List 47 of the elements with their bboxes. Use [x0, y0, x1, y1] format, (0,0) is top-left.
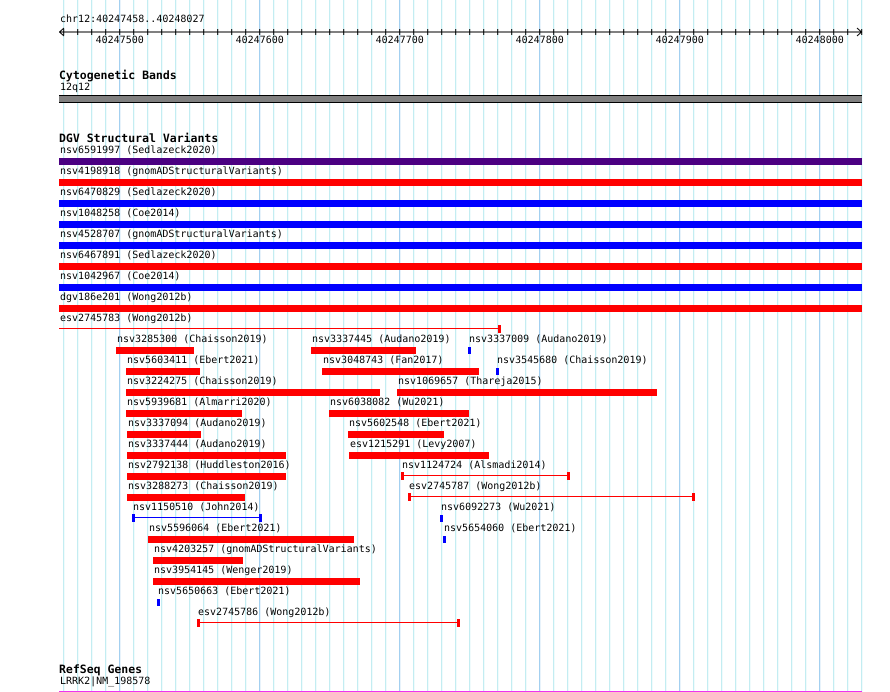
- track-title: DGV Structural Variants: [59, 132, 218, 145]
- gene-label: LRRK2|NM_198578: [60, 676, 150, 688]
- ruler-label: 40248000: [794, 35, 845, 47]
- variant-label: nsv5603411 (Ebert2021): [127, 355, 260, 367]
- variant-label: nsv6591997 (Sedlazeck2020): [60, 145, 217, 157]
- variant-label: nsv6470829 (Sedlazeck2020): [60, 187, 217, 199]
- variant-label: nsv4203257 (gnomADStructuralVariants): [154, 544, 377, 556]
- variant-label: nsv3954145 (Wenger2019): [154, 565, 292, 577]
- variant-label: nsv5602548 (Ebert2021): [349, 418, 482, 430]
- variant-label: nsv3337444 (Audano2019): [128, 439, 266, 451]
- variant-label: nsv5596064 (Ebert2021): [149, 523, 282, 535]
- variant-label: nsv1150510 (John2014): [133, 502, 260, 514]
- variant-label: nsv3285300 (Chaisson2019): [117, 334, 268, 346]
- variant-label: nsv5654060 (Ebert2021): [444, 523, 576, 535]
- band-label: 12q12: [60, 82, 90, 94]
- variant-label: nsv3288273 (Chaisson2019): [128, 481, 279, 493]
- track-title: Cytogenetic Bands: [59, 69, 177, 82]
- variant-label: nsv5650663 (Ebert2021): [158, 586, 290, 598]
- location-label: chr12:40247458..40248027: [60, 14, 204, 26]
- ruler-label: 40247900: [654, 35, 705, 47]
- variant-label: nsv6092273 (Wu2021): [441, 502, 556, 514]
- variant-label: nsv1124724 (Alsmadi2014): [402, 460, 546, 472]
- ruler-label: 40247700: [374, 35, 425, 47]
- variant-label: nsv5939681 (Almarri2020): [127, 397, 272, 409]
- variant-label: dgv186e201 (Wong2012b): [60, 292, 192, 304]
- variant-label: esv2745787 (Wong2012b): [409, 481, 542, 493]
- variant-label: nsv3224275 (Chaisson2019): [127, 376, 278, 388]
- variant-label: nsv1069657 (Thareja2015): [398, 376, 542, 388]
- variant-label: nsv3337009 (Audano2019): [469, 334, 608, 346]
- variant-label: nsv1042967 (Coe2014): [60, 271, 180, 283]
- variant-label: nsv4528707 (gnomADStructuralVariants): [60, 229, 283, 241]
- ruler-label: 40247600: [234, 35, 285, 47]
- ruler-label: 40247800: [514, 35, 565, 47]
- variant-label: nsv3337094 (Audano2019): [128, 418, 266, 430]
- ruler-label: 40247500: [94, 35, 145, 47]
- variant-label: nsv1048258 (Coe2014): [60, 208, 180, 220]
- variant-label: nsv6467891 (Sedlazeck2020): [60, 250, 217, 262]
- variant-label: nsv3545680 (Chaisson2019): [497, 355, 648, 367]
- variant-label: nsv4198918 (gnomADStructuralVariants): [60, 166, 283, 178]
- variant-label: nsv3337445 (Audano2019): [312, 334, 450, 346]
- variant-label: nsv3048743 (Fan2017): [323, 355, 444, 367]
- variant-label: esv2745783 (Wong2012b): [60, 313, 192, 325]
- variant-label: nsv2792138 (Huddleston2016): [128, 460, 291, 472]
- track-title: RefSeq Genes: [59, 663, 142, 676]
- variant-label: esv2745786 (Wong2012b): [198, 607, 330, 619]
- variant-label: nsv6038082 (Wu2021): [330, 397, 444, 409]
- variant-label: esv1215291 (Levy2007): [350, 439, 476, 451]
